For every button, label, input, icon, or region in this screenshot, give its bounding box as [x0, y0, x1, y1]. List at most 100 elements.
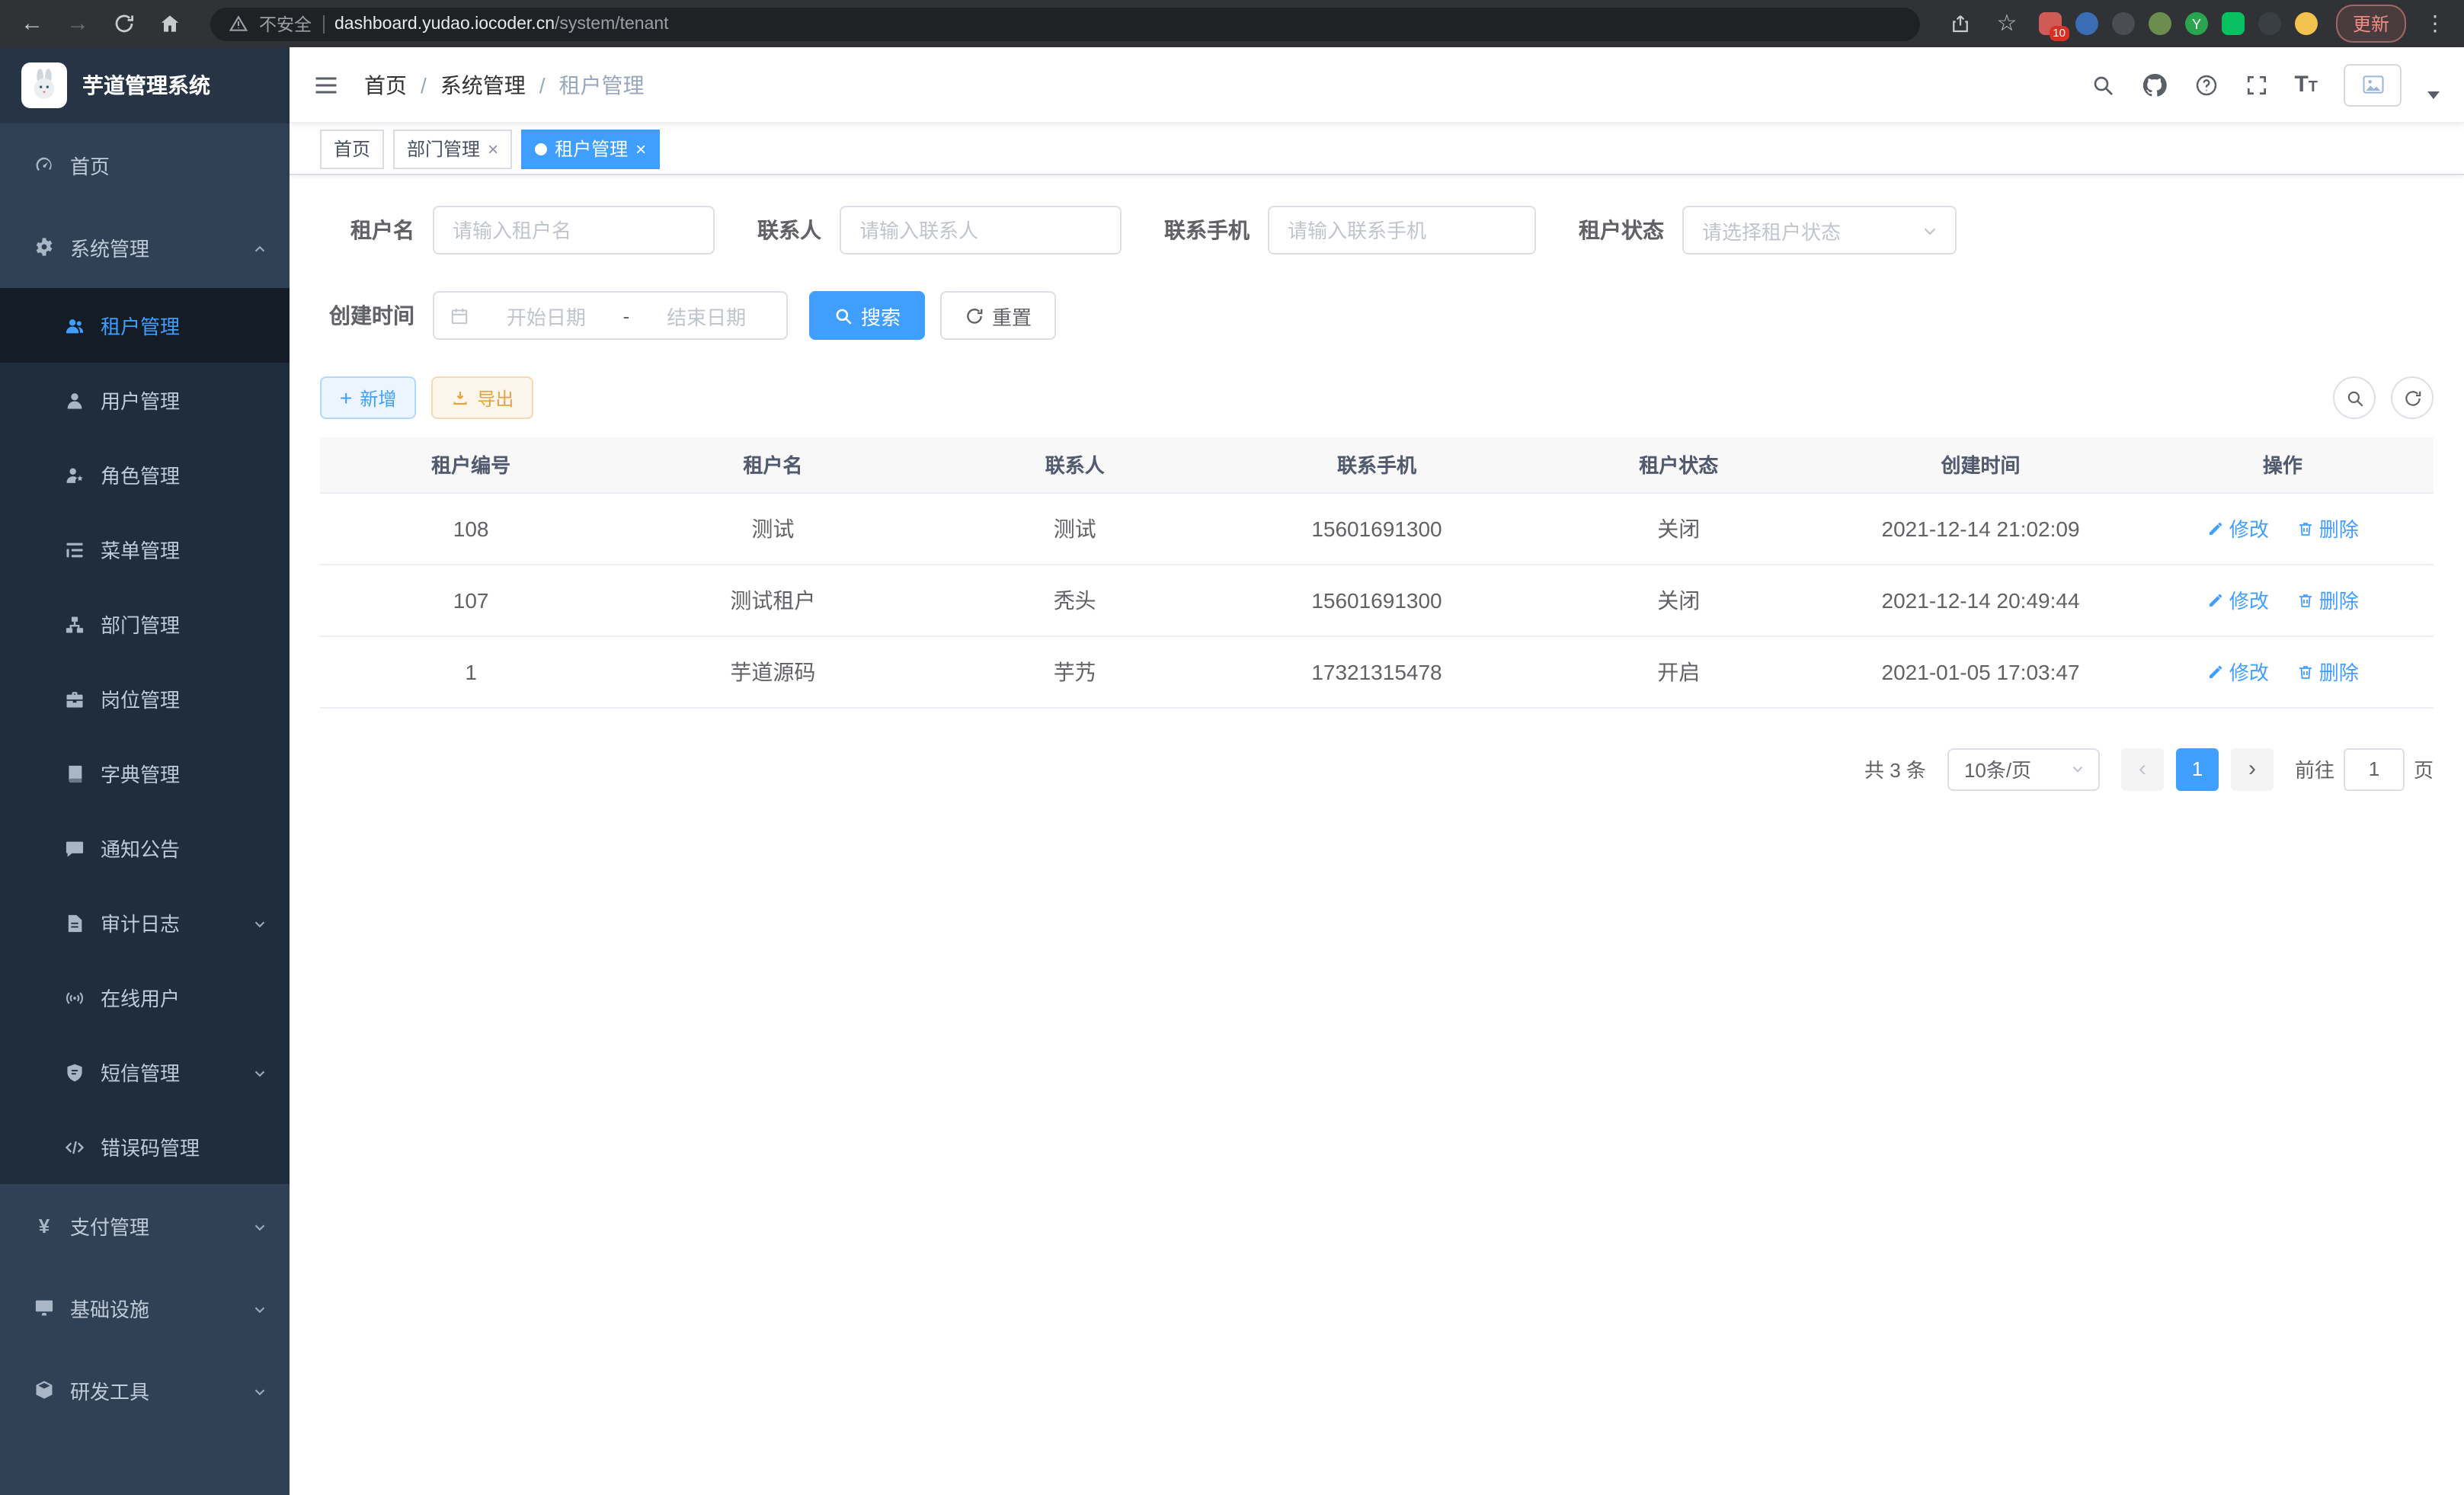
document-icon [64, 912, 85, 933]
bookmark-star-icon[interactable]: ☆ [1993, 10, 2021, 37]
close-icon[interactable]: × [488, 139, 498, 158]
font-size-icon[interactable]: TT [2294, 73, 2318, 96]
contact-label: 联系人 [757, 215, 821, 245]
extension-icon[interactable] [2258, 12, 2281, 35]
filter-row-2: 创建时间 开始日期 - 结束日期 搜索 重置 [320, 291, 2434, 340]
sidebar-item-menu[interactable]: 菜单管理 [0, 512, 290, 587]
status-select[interactable]: 请选择租户状态 [1682, 206, 1957, 255]
chevron-down-icon [251, 1064, 268, 1080]
sidebar-toggle[interactable] [312, 71, 340, 98]
date-range-picker[interactable]: 开始日期 - 结束日期 [433, 291, 788, 340]
sidebar-item-home[interactable]: 首页 [0, 123, 290, 206]
status-label: 租户状态 [1579, 215, 1664, 245]
reload-icon[interactable] [110, 10, 137, 37]
goto-page-input[interactable] [2344, 748, 2405, 790]
tenant-name-input[interactable] [433, 206, 715, 255]
refresh-icon [2402, 388, 2422, 408]
page-1-button[interactable]: 1 [2176, 748, 2219, 790]
address-bar[interactable]: 不安全 dashboard.yudao.iocoder.cn/system/te… [210, 7, 1920, 40]
avatar-caret-icon[interactable] [2427, 91, 2440, 99]
delete-link[interactable]: 删除 [2296, 585, 2359, 614]
header-search-icon[interactable] [2090, 72, 2114, 97]
avatar[interactable] [2344, 63, 2402, 106]
tag-home[interactable]: 首页 [320, 129, 384, 168]
goto-label: 前往 [2295, 754, 2334, 783]
briefcase-icon [64, 688, 85, 709]
fullscreen-icon[interactable] [2244, 72, 2268, 97]
contact-input[interactable] [840, 206, 1122, 255]
tag-dept[interactable]: 部门管理 × [393, 129, 512, 168]
not-secure-label: 不安全 [259, 11, 312, 36]
breadcrumb: 首页 / 系统管理 / 租户管理 [364, 69, 645, 100]
sidebar-item-online-users[interactable]: 在线用户 [0, 960, 290, 1035]
sidebar-item-infra[interactable]: 基础设施 [0, 1266, 290, 1349]
sidebar-item-payment[interactable]: ¥ 支付管理 [0, 1184, 290, 1266]
forward-icon[interactable]: → [64, 10, 91, 37]
sidebar-item-error-code[interactable]: 错误码管理 [0, 1109, 290, 1184]
calendar-icon [450, 306, 469, 325]
home-icon[interactable] [155, 10, 183, 37]
breadcrumb-home[interactable]: 首页 [364, 69, 407, 100]
edit-link[interactable]: 修改 [2206, 585, 2269, 614]
trash-icon [2296, 591, 2315, 609]
sidebar-item-post[interactable]: 岗位管理 [0, 661, 290, 736]
extension-icon[interactable] [2222, 12, 2245, 35]
edit-link[interactable]: 修改 [2206, 514, 2269, 543]
sidebar-item-system[interactable]: 系统管理 [0, 206, 290, 288]
extension-icon[interactable] [2295, 12, 2318, 35]
sidebar-item-dept[interactable]: 部门管理 [0, 587, 290, 661]
github-icon[interactable] [2140, 71, 2168, 98]
sidebar-item-role[interactable]: 角色管理 [0, 437, 290, 512]
toggle-search-button[interactable] [2333, 376, 2376, 419]
table-row: 1 芋道源码 芋艿 17321315478 开启 2021-01-05 17:0… [320, 635, 2434, 707]
refresh-table-button[interactable] [2391, 376, 2434, 419]
browser-menu-icon[interactable]: ⋮ [2424, 11, 2446, 37]
extension-icon[interactable] [2112, 12, 2135, 35]
export-button[interactable]: 导出 [431, 376, 533, 419]
edit-link[interactable]: 修改 [2206, 657, 2269, 686]
monitor-icon [34, 1297, 55, 1318]
app-logo[interactable]: 芋道管理系统 [0, 47, 290, 123]
sidebar-item-notice[interactable]: 通知公告 [0, 811, 290, 885]
sidebar-item-dict[interactable]: 字典管理 [0, 736, 290, 811]
extension-badge: 10 [2049, 25, 2069, 41]
extension-icon[interactable]: 10 [2039, 12, 2062, 35]
sidebar-item-audit-log[interactable]: 审计日志 [0, 885, 290, 960]
tenant-table: 租户编号 租户名 联系人 联系手机 租户状态 创建时间 操作 108 测试 [320, 437, 2434, 708]
sidebar-item-sms[interactable]: 短信管理 [0, 1035, 290, 1109]
reset-button[interactable]: 重置 [940, 291, 1056, 340]
col-actions: 操作 [2132, 437, 2434, 492]
back-icon[interactable]: ← [18, 10, 46, 37]
extension-icon[interactable]: Y [2185, 12, 2208, 35]
page-content: 租户名 联系人 联系手机 租户状态 请选择租户状态 [290, 175, 2464, 1495]
extension-icon[interactable] [2075, 12, 2098, 35]
edit-pencil-icon [2206, 591, 2225, 609]
close-icon[interactable]: × [635, 139, 646, 158]
next-page-button[interactable]: › [2231, 748, 2274, 790]
add-button[interactable]: + 新增 [320, 376, 416, 419]
sidebar-menu: 首页 系统管理 租户管理 [0, 123, 290, 1495]
tag-tenant-active[interactable]: 租户管理 × [521, 129, 660, 168]
code-icon [64, 1136, 85, 1157]
chevron-down-icon [251, 1217, 268, 1234]
browser-update-button[interactable]: 更新 [2336, 5, 2406, 43]
sidebar-item-user[interactable]: 用户管理 [0, 363, 290, 437]
phone-input[interactable] [1268, 206, 1536, 255]
phone-group: 联系手机 [1164, 206, 1536, 255]
prev-page-button[interactable]: ‹ [2121, 748, 2164, 790]
search-button[interactable]: 搜索 [809, 291, 925, 340]
status-text: 关闭 [1528, 564, 1829, 635]
delete-link[interactable]: 删除 [2296, 657, 2359, 686]
box-icon [34, 1379, 55, 1401]
page-size-select[interactable]: 10条/页 [1947, 748, 2100, 790]
breadcrumb-system[interactable]: 系统管理 [440, 69, 526, 100]
url-path: /system/tenant [555, 14, 669, 33]
sidebar-item-dev-tools[interactable]: 研发工具 [0, 1349, 290, 1431]
extension-icon[interactable] [2149, 12, 2171, 35]
share-icon[interactable] [1947, 10, 1975, 37]
tenant-name-label: 租户名 [320, 215, 414, 245]
sidebar-item-tenant[interactable]: 租户管理 [0, 288, 290, 363]
delete-link[interactable]: 删除 [2296, 514, 2359, 543]
status-text: 关闭 [1528, 492, 1829, 564]
help-icon[interactable] [2194, 72, 2218, 97]
